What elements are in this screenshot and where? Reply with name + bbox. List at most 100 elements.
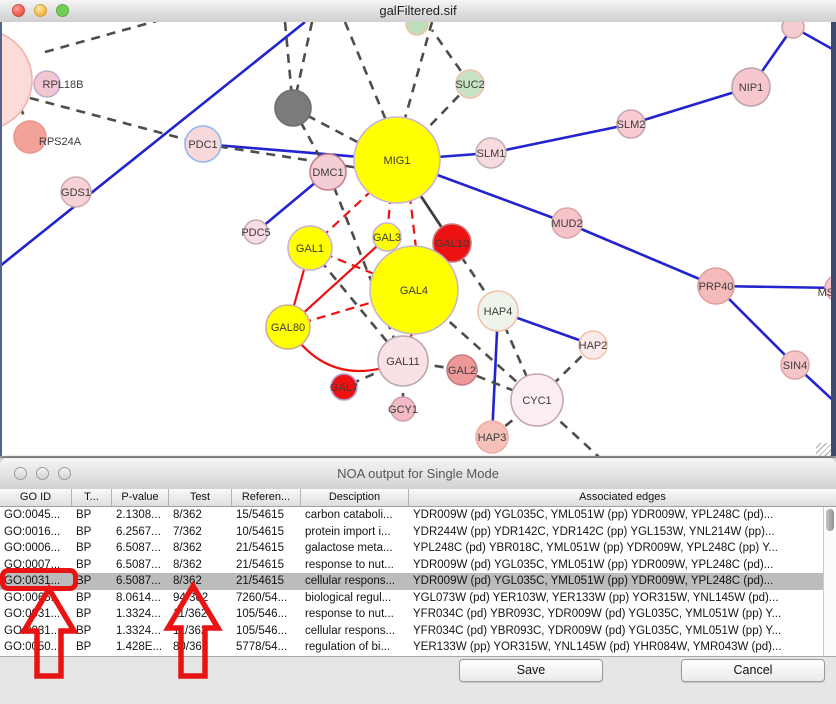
network-node-big-left[interactable] xyxy=(2,30,32,130)
column-header-6[interactable]: Associated edges xyxy=(409,489,836,506)
table-cell: GO:0006... xyxy=(0,540,72,557)
column-header-2[interactable]: P-value xyxy=(112,489,169,506)
table-cell: cellular respons... xyxy=(301,573,409,590)
table-cell: 8/362 xyxy=(169,507,232,524)
table-cell: BP xyxy=(72,524,112,541)
node-label-HAP4: HAP4 xyxy=(484,306,513,318)
table-row[interactable]: GO:0031...BP6.5087...8/36221/54615cellul… xyxy=(0,573,836,590)
table-cell: 2.1308... xyxy=(112,507,169,524)
network-edge xyxy=(404,22,432,122)
table-cell: 8/362 xyxy=(169,573,232,590)
cancel-button[interactable]: Cancel xyxy=(681,659,825,682)
table-cell: 6.5087... xyxy=(112,557,169,574)
table-row[interactable]: GO:0007...BP6.5087...8/36221/54615respon… xyxy=(0,557,836,574)
table-cell: 8.0614... xyxy=(112,590,169,607)
table-cell: 1.3324... xyxy=(112,606,169,623)
table-body: GO:0045...BP2.1308...8/36215/54615carbon… xyxy=(0,507,836,656)
table-cell: 6.5087... xyxy=(112,540,169,557)
noa-window: NOA output for Single Mode GO IDT...P-va… xyxy=(0,458,836,704)
table-cell: YFR034C (pd) YBR093C, YDR009W (pd) YGL03… xyxy=(409,623,836,640)
table-cell: 7260/54... xyxy=(232,590,301,607)
table-cell: BP xyxy=(72,639,112,656)
table-cell: BP xyxy=(72,540,112,557)
table-cell: YER133W (pp) YOR315W, YNL145W (pd) YHR08… xyxy=(409,639,836,656)
node-label-RPS24A: RPS24A xyxy=(39,136,82,148)
node-label-GAL80: GAL80 xyxy=(271,322,305,334)
table-cell: biological regul... xyxy=(301,590,409,607)
table-cell: GO:0016... xyxy=(0,524,72,541)
table-cell: response to nut... xyxy=(301,606,409,623)
table-cell: BP xyxy=(72,606,112,623)
network-edge xyxy=(491,124,631,153)
table-cell: protein import i... xyxy=(301,524,409,541)
scrollbar-thumb[interactable] xyxy=(826,509,834,531)
node-label-GAL10: GAL10 xyxy=(435,238,469,250)
column-header-3[interactable]: Test xyxy=(169,489,232,506)
table-cell: BP xyxy=(72,507,112,524)
table-cell: 5778/54... xyxy=(232,639,301,656)
table-row[interactable]: GO:0016...BP6.2567...7/36210/54615protei… xyxy=(0,524,836,541)
network-edge xyxy=(45,22,160,52)
network-node-corner-pink[interactable] xyxy=(782,22,804,38)
column-header-0[interactable]: GO ID xyxy=(0,489,72,506)
table-cell: 6.2567... xyxy=(112,524,169,541)
network-window: galFiltered.sif RPL18BRPS24AGDS1PDC1DMC1… xyxy=(0,0,836,458)
network-canvas[interactable]: RPL18BRPS24AGDS1PDC1DMC1MIG1SUC2SLM1SLM2… xyxy=(0,22,836,456)
table-cell: 10/54615 xyxy=(232,524,301,541)
table-cell: galactose meta... xyxy=(301,540,409,557)
table-cell: YGL073W (pd) YER103W, YER133W (pp) YOR31… xyxy=(409,590,836,607)
node-label-SUC2: SUC2 xyxy=(455,79,484,91)
table-cell: 8/362 xyxy=(169,557,232,574)
table-cell: YPL248C (pd) YBR018C, YML051W (pp) YDR00… xyxy=(409,540,836,557)
node-label-GCY1: GCY1 xyxy=(388,404,418,416)
node-label-GAL4: GAL4 xyxy=(400,285,428,297)
node-label-MSL1: MSL1 xyxy=(818,287,831,299)
table-cell: 21/54615 xyxy=(232,573,301,590)
node-label-GAL2: GAL2 xyxy=(448,365,476,377)
table-cell: BP xyxy=(72,573,112,590)
table-row[interactable]: GO:0045...BP2.1308...8/36215/54615carbon… xyxy=(0,507,836,524)
save-button[interactable]: Save xyxy=(459,659,603,682)
table-row[interactable]: GO:0006...BP6.5087...8/36221/54615galact… xyxy=(0,540,836,557)
node-label-GAL1: GAL1 xyxy=(296,243,324,255)
node-label-PDC1: PDC1 xyxy=(188,139,217,151)
noa-window-title: NOA output for Single Mode xyxy=(0,458,836,489)
table-row[interactable]: GO:0031...BP1.3324...11/362105/546...res… xyxy=(0,606,836,623)
table-cell: YDR009W (pd) YGL035C, YML051W (pp) YDR00… xyxy=(409,507,836,524)
node-label-PDC5: PDC5 xyxy=(241,227,270,239)
table-cell: BP xyxy=(72,623,112,640)
node-label-GAL7: GAL7 xyxy=(330,382,358,394)
table-row[interactable]: GO:0065...BP8.0614...94/3627260/54...bio… xyxy=(0,590,836,607)
table-cell: GO:0007... xyxy=(0,557,72,574)
table-row[interactable]: GO:0050...BP1.428E...80/3625778/54...reg… xyxy=(0,639,836,656)
node-label-PRP40: PRP40 xyxy=(699,281,734,293)
node-label-GDS1: GDS1 xyxy=(61,187,91,199)
table-cell: 94/362 xyxy=(169,590,232,607)
table-row[interactable]: GO:0031...BP1.3324...11/362105/546...cel… xyxy=(0,623,836,640)
node-label-GAL11: GAL11 xyxy=(386,356,419,368)
table-cell: GO:0045... xyxy=(0,507,72,524)
column-header-5[interactable]: Desciption xyxy=(301,489,409,506)
vertical-scrollbar[interactable] xyxy=(823,507,836,656)
network-titlebar[interactable]: galFiltered.sif xyxy=(0,0,836,23)
node-label-MUD2: MUD2 xyxy=(551,218,582,230)
go-results-table: GO IDT...P-valueTestReferen...Desciption… xyxy=(0,489,836,657)
table-cell: carbon cataboli... xyxy=(301,507,409,524)
network-node-gray-node[interactable] xyxy=(275,90,311,126)
table-cell: response to nut... xyxy=(301,557,409,574)
table-cell: GO:0050... xyxy=(0,639,72,656)
table-cell: BP xyxy=(72,590,112,607)
table-cell: 105/546... xyxy=(232,606,301,623)
column-header-1[interactable]: T... xyxy=(72,489,112,506)
column-header-4[interactable]: Referen... xyxy=(232,489,301,506)
screen: galFiltered.sif RPL18BRPS24AGDS1PDC1DMC1… xyxy=(0,0,836,704)
network-node-top-green[interactable] xyxy=(406,22,428,35)
table-cell: cellular respons... xyxy=(301,623,409,640)
window-title: galFiltered.sif xyxy=(0,0,836,22)
table-cell: BP xyxy=(72,557,112,574)
noa-titlebar[interactable]: NOA output for Single Mode xyxy=(0,458,836,490)
table-cell: YDR009W (pd) YGL035C, YML051W (pp) YDR00… xyxy=(409,557,836,574)
node-label-HAP3: HAP3 xyxy=(478,432,507,444)
resize-grip-icon[interactable] xyxy=(816,443,831,457)
node-label-RPL18B: RPL18B xyxy=(43,79,84,91)
